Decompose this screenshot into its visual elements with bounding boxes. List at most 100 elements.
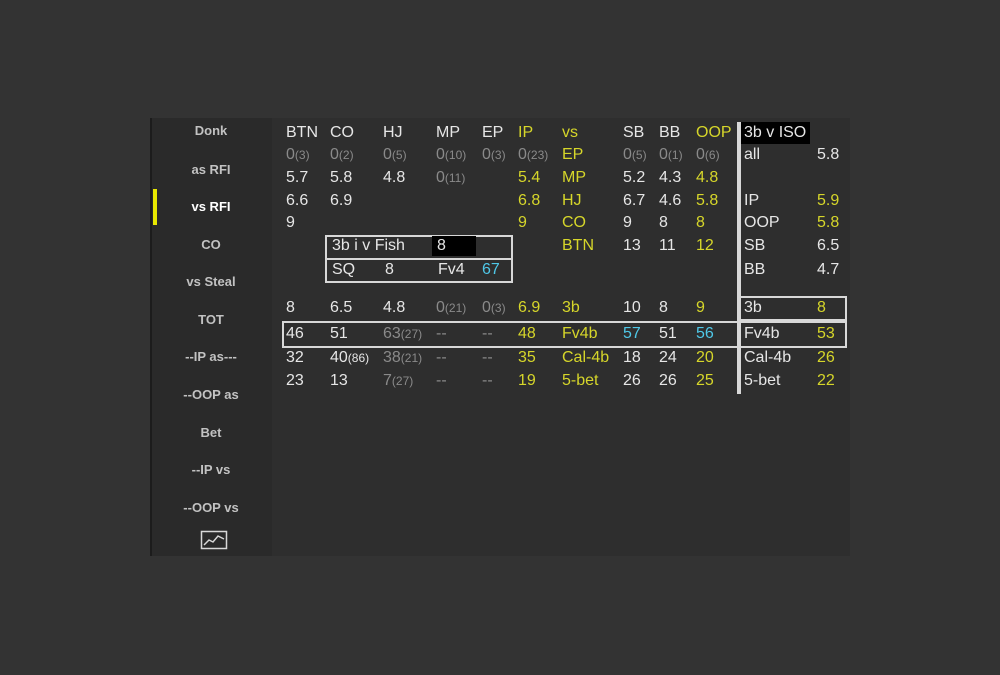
stat-cell-sample: (11) <box>444 171 466 185</box>
line-chart-icon[interactable] <box>200 530 228 550</box>
stat-cell-value: 23 <box>286 372 304 389</box>
header-ip-value: IP <box>518 124 534 141</box>
vs-label-co-value: CO <box>562 214 586 231</box>
stat-cell: 4.6 <box>659 192 681 210</box>
stat-cell-sample: (23) <box>526 148 549 162</box>
stat-cell-value: 57 <box>623 325 641 342</box>
iso-label-value: OOP <box>744 214 780 231</box>
sidebar-item-vs-rfi[interactable]: vs RFI <box>150 198 272 216</box>
iso-value-value: 5.8 <box>817 214 840 231</box>
stat-cell-value: 32 <box>286 349 304 366</box>
stat-cell-value: 25 <box>696 372 714 389</box>
stat-cell-value: 13 <box>623 237 641 254</box>
side-value: 8 <box>817 299 826 317</box>
stat-cell-value: 5.2 <box>623 169 646 186</box>
stat-cell: 6.5 <box>330 299 352 317</box>
stat-cell-value: 26 <box>623 372 641 389</box>
stat-cell-sample: (10) <box>444 148 467 162</box>
stat-cell: 6.8 <box>518 192 540 210</box>
header-mp-value: MP <box>436 124 460 141</box>
fv4-value: 67 <box>482 261 500 279</box>
stat-cell-value: 7 <box>383 372 392 389</box>
stat-cell-sample: (5) <box>631 148 647 162</box>
iso-label: BB <box>744 261 765 279</box>
stat-cell: 9 <box>623 214 632 232</box>
stat-cell-value: 8 <box>286 299 295 316</box>
stat-cell-value: -- <box>436 325 447 342</box>
iso-label: SB <box>744 237 765 255</box>
iso-title: 3b v ISO <box>744 124 806 142</box>
stat-cell: 8 <box>659 299 668 317</box>
header-vs: vs <box>562 124 578 142</box>
sidebar-item-tot[interactable]: TOT <box>150 311 272 329</box>
stat-cell-value: 9 <box>623 214 632 231</box>
stat-cell-value: 0 <box>436 146 445 163</box>
header-mp: MP <box>436 124 460 142</box>
sidebar-item-vs-steal[interactable]: vs Steal <box>150 273 272 291</box>
stat-cell: 4.8 <box>383 169 405 187</box>
sidebar-item-oop-as[interactable]: --OOP as <box>150 386 272 404</box>
row-label-value: 5-bet <box>562 372 599 389</box>
stat-cell: 4.8 <box>383 299 405 317</box>
stat-cell: 35 <box>518 349 536 367</box>
sidebar-item-as-rfi[interactable]: as RFI <box>150 161 272 179</box>
stat-cell-value: -- <box>482 349 493 366</box>
stat-cell: 48 <box>518 325 536 343</box>
stat-cell: 5.7 <box>286 169 308 187</box>
stat-cell: 18 <box>623 349 641 367</box>
stat-cell-value: 24 <box>659 349 677 366</box>
row-label: 5-bet <box>562 372 598 390</box>
sidebar-item-donk[interactable]: Donk <box>150 122 272 140</box>
stat-cell: 0(3) <box>482 299 506 317</box>
sidebar-item-ip-as[interactable]: --IP as--- <box>150 348 272 366</box>
stat-cell-value: 8 <box>659 214 668 231</box>
iso-value: 4.7 <box>817 261 839 279</box>
stat-cell-value: 5.7 <box>286 169 309 186</box>
sq-label: SQ <box>332 261 355 279</box>
stat-cell-value: 56 <box>696 325 714 342</box>
side-label-value: Fv4b <box>744 325 780 342</box>
vs-label-hj-value: HJ <box>562 192 582 209</box>
side-value-value: 53 <box>817 325 835 342</box>
header-sb: SB <box>623 124 644 142</box>
stat-cell: -- <box>436 349 447 367</box>
iso-label: IP <box>744 192 759 210</box>
header-btn: BTN <box>286 124 318 142</box>
stat-cell: 0(3) <box>482 146 506 164</box>
side-label: Cal-4b <box>744 349 791 367</box>
stat-cell-value: 5.8 <box>696 192 719 209</box>
sidebar-item-oop-vs[interactable]: --OOP vs <box>150 499 272 517</box>
stat-cell-value: 4.8 <box>383 299 406 316</box>
stat-cell-value: -- <box>482 325 493 342</box>
stat-cell-sample: (27) <box>400 327 423 341</box>
header-oop-value: OOP <box>696 124 732 141</box>
stat-cell-value: 6.5 <box>330 299 353 316</box>
stat-cell: 57 <box>623 325 641 343</box>
stat-cell-sample: (2) <box>338 148 354 162</box>
stat-cell-value: 6.9 <box>330 192 353 209</box>
side-value-value: 8 <box>817 299 826 316</box>
stat-cell: 0(6) <box>696 146 720 164</box>
iso-label: all <box>744 146 760 164</box>
sidebar-item-bet[interactable]: Bet <box>150 424 272 442</box>
iso-value-value: 5.9 <box>817 192 840 209</box>
stat-cell: 32 <box>286 349 304 367</box>
stat-cell: 6.6 <box>286 192 308 210</box>
stat-cell: 24 <box>659 349 677 367</box>
sidebar-item-ip-vs[interactable]: --IP vs <box>150 461 272 479</box>
stat-cell: -- <box>482 325 493 343</box>
stat-cell: -- <box>436 325 447 343</box>
stat-cell-value: 0 <box>330 146 339 163</box>
stat-cell: 0(21) <box>436 299 466 317</box>
stat-cell: 6.9 <box>518 299 540 317</box>
sq-label-value: SQ <box>332 261 356 278</box>
stat-cell-value: 63 <box>383 325 401 342</box>
stat-cell: 8 <box>696 214 705 232</box>
header-ep: EP <box>482 124 503 142</box>
stat-cell: 8 <box>286 299 295 317</box>
stat-cell-value: 5.8 <box>330 169 353 186</box>
fv4-label-value: Fv4 <box>438 261 465 278</box>
fish-label: 3b i v Fish <box>332 237 405 255</box>
sidebar-item-co[interactable]: CO <box>150 236 272 254</box>
side-label: 5-bet <box>744 372 780 390</box>
